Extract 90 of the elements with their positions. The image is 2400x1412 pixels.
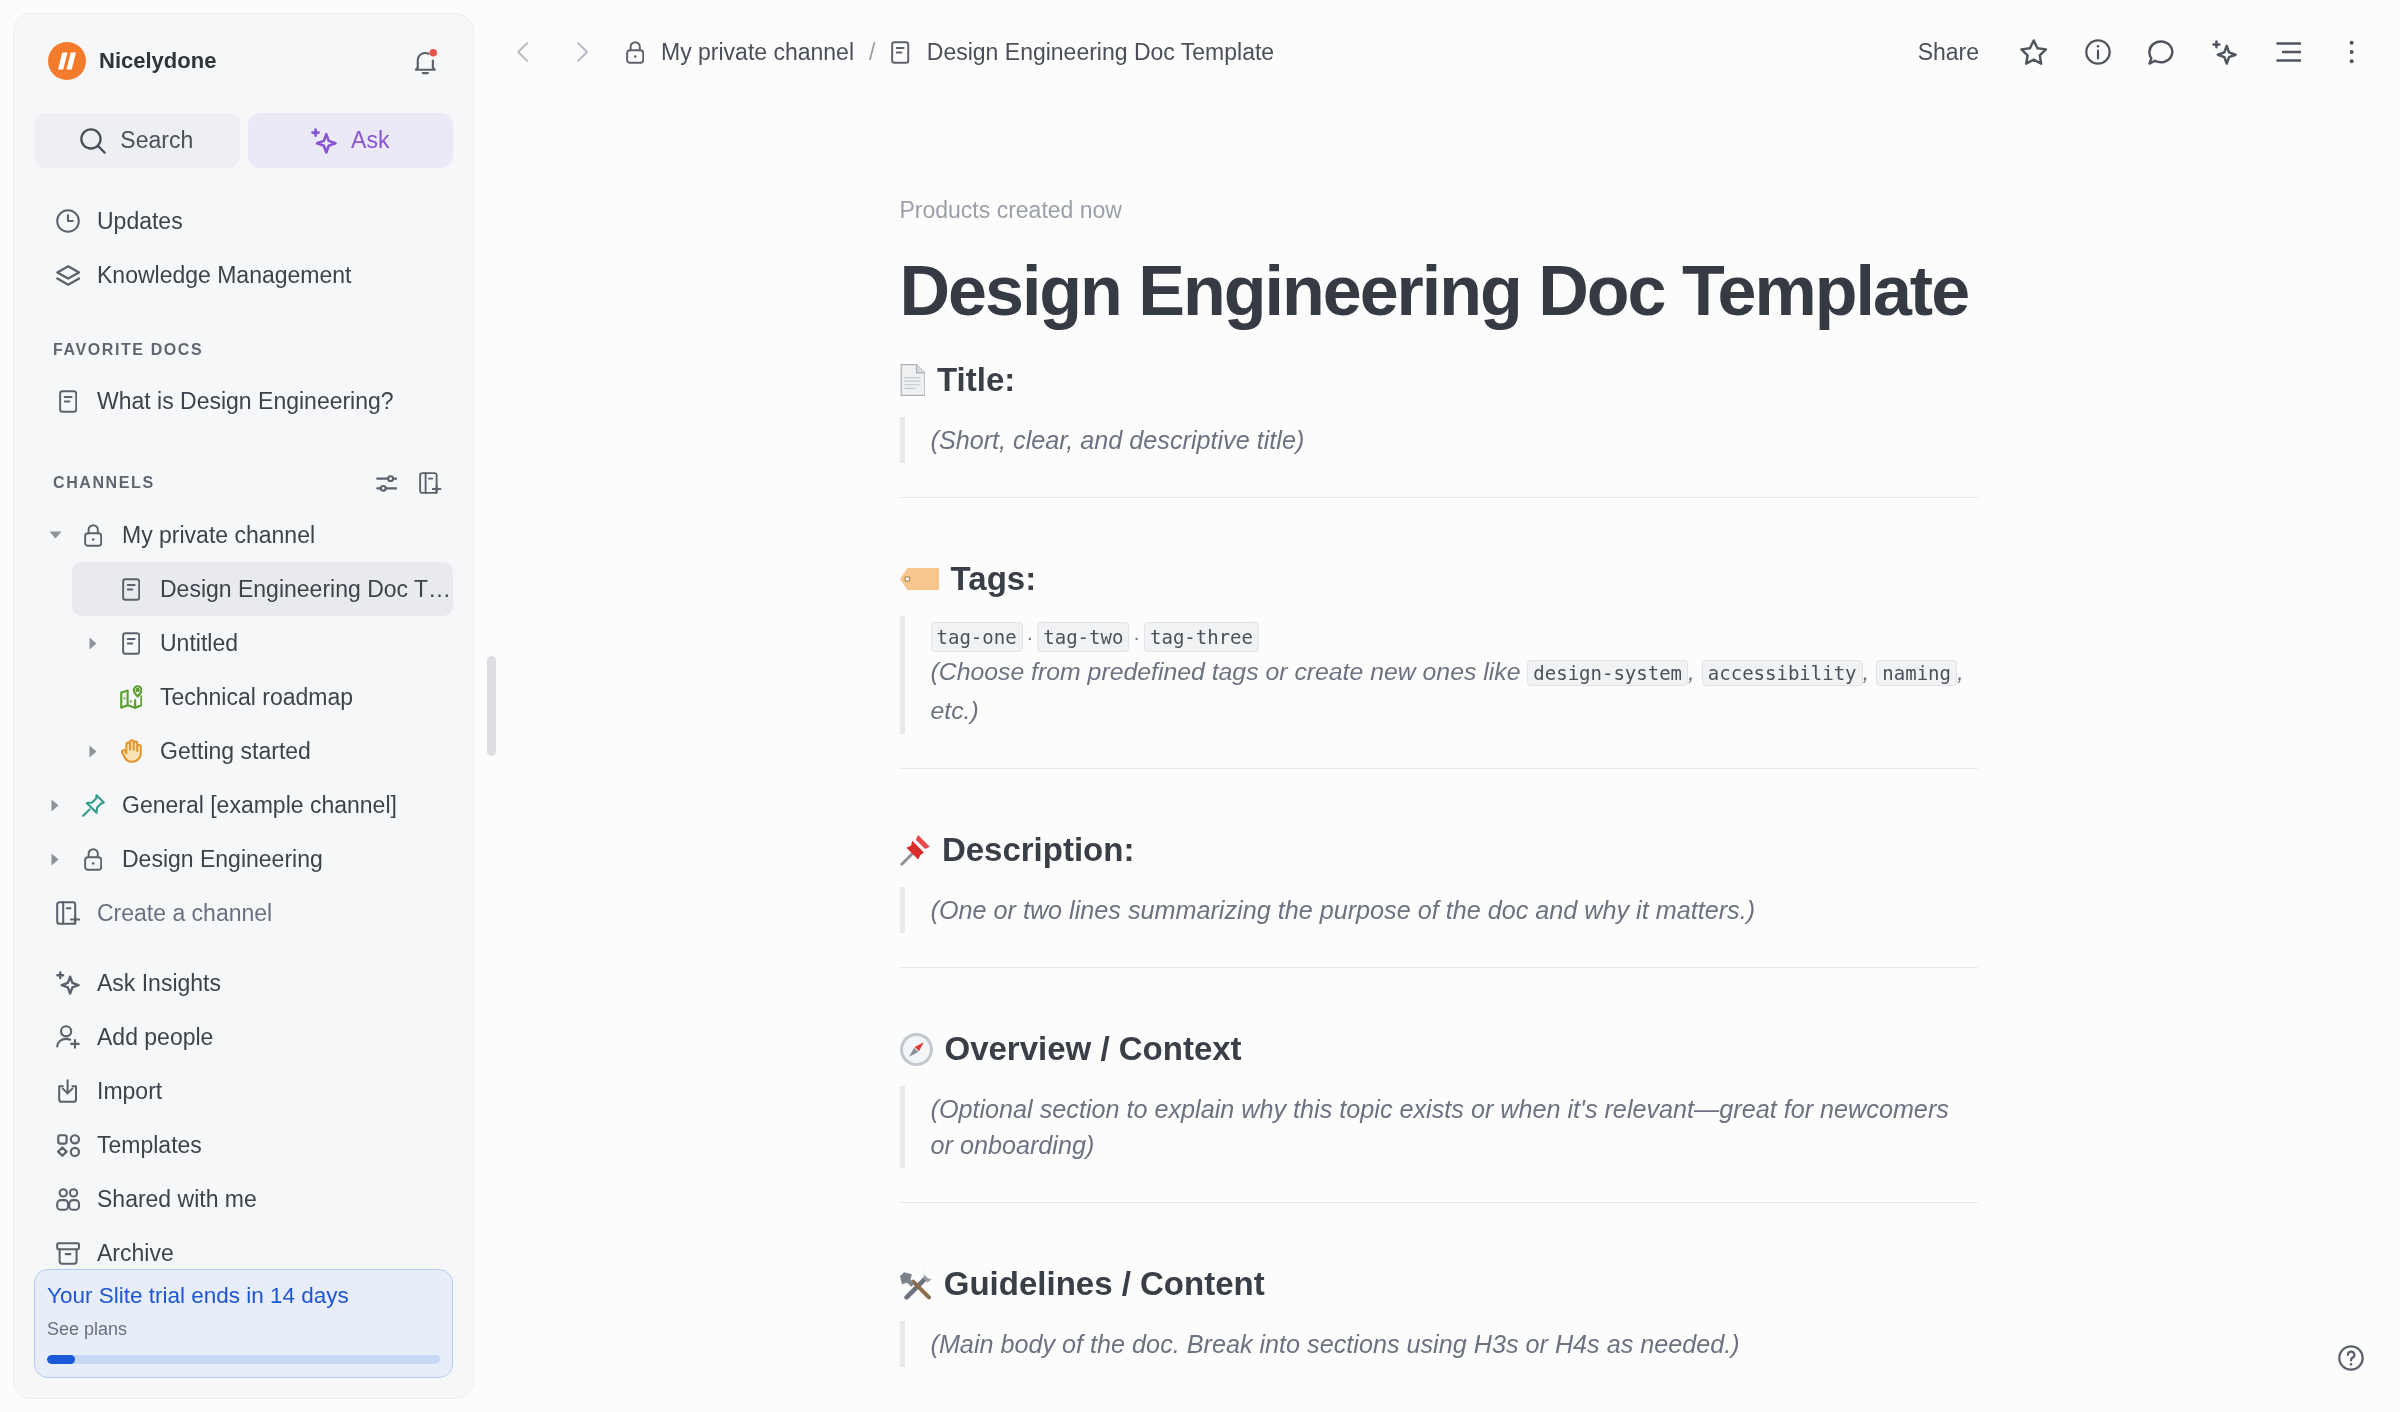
breadcrumb-link[interactable]: Design Engineering Doc Template — [891, 38, 1275, 66]
lock-icon — [83, 847, 103, 871]
new-document-icon[interactable] — [419, 472, 442, 494]
inline-code: design-system — [1527, 660, 1689, 686]
archive-icon — [55, 1241, 81, 1265]
search-button[interactable]: Search — [34, 113, 240, 168]
section-heading: Tags: — [950, 560, 1037, 598]
caret-down-icon[interactable] — [48, 531, 62, 539]
section-label: FAVORITE DOCS — [53, 341, 204, 359]
sidebar-item[interactable]: What is Design Engineering? — [34, 374, 453, 428]
caret-right-icon[interactable] — [51, 798, 59, 812]
add-person-icon — [56, 1025, 80, 1049]
breadcrumb-link[interactable]: My private channel — [625, 38, 855, 66]
document-icon — [121, 577, 141, 601]
logo-icon[interactable] — [48, 42, 86, 80]
hint-text: (Choose from predefined tags or create new ones like design-system , accessibility , naming , etc.) — [930, 657, 1965, 726]
hint-text: (Main body of the doc. Break into sections using H3s or H4s as needed.) — [930, 1329, 1741, 1360]
info-icon[interactable] — [2084, 39, 2111, 65]
layers-icon — [55, 264, 81, 286]
page-icon — [899, 364, 925, 396]
search-icon — [80, 127, 107, 154]
add-channel-icon — [55, 901, 81, 925]
people-icon — [55, 1187, 81, 1211]
document-icon — [891, 40, 910, 64]
tag-separator: · — [1026, 625, 1034, 649]
tree-item[interactable]: General [example channel] — [34, 778, 453, 832]
tag-chip: tag-three — [1144, 622, 1259, 652]
hint-text: (Optional section to explain why this topic exists or when it's relevant—great for newcomers or onboarding) — [930, 1094, 1950, 1161]
list-icon[interactable] — [2275, 42, 2302, 62]
see-plans-link[interactable]: See plans — [47, 1317, 128, 1341]
breadcrumb-separator: / — [869, 38, 876, 66]
sidebar-item[interactable]: Create a channel — [34, 886, 453, 940]
tree-item[interactable]: Untitled — [72, 616, 453, 670]
section-heading: Guidelines / Content — [943, 1265, 1265, 1303]
sidebar-item[interactable]: Updates — [34, 194, 453, 248]
workspace-name[interactable]: Nicelydone — [99, 48, 217, 74]
ask-button[interactable]: Ask — [247, 113, 453, 168]
sparkle-icon — [56, 971, 80, 995]
resize-handle[interactable] — [487, 656, 496, 756]
sparkle-icon — [311, 127, 338, 154]
section-heading: Description: — [941, 831, 1135, 869]
help-icon[interactable] — [2338, 1345, 2364, 1371]
import-icon — [58, 1079, 78, 1103]
tree-item[interactable]: Design Engineering — [34, 832, 453, 886]
inline-code: accessibility — [1701, 660, 1863, 686]
tag-chip: tag-two — [1037, 622, 1130, 652]
sidebar-item[interactable]: Add people — [34, 1010, 453, 1064]
tree-item[interactable]: Getting started — [72, 724, 453, 778]
templates-icon — [56, 1133, 80, 1157]
map-pin-icon — [119, 685, 143, 709]
document-icon — [58, 389, 78, 413]
bell-icon[interactable] — [414, 47, 438, 75]
tree-item[interactable]: Technical roadmap — [72, 670, 453, 724]
tag-icon — [899, 568, 939, 590]
trial-message: Your Slite trial ends in 14 days — [47, 1283, 350, 1309]
section-label: CHANNELS — [53, 474, 155, 492]
share-button[interactable]: Share — [1917, 38, 1980, 66]
document-icon — [121, 631, 141, 655]
hint-text: (One or two lines summarizing the purpose of the doc and why it matters.) — [930, 895, 1757, 926]
pushpin-icon — [899, 834, 930, 866]
sidebar-item[interactable]: Knowledge Management — [34, 248, 453, 302]
tree-item[interactable]: Design Engineering Doc T… — [72, 562, 453, 616]
hand-icon — [120, 739, 142, 763]
sliders-icon[interactable] — [375, 474, 398, 492]
comment-icon[interactable] — [2148, 39, 2175, 65]
caret-right-icon[interactable] — [89, 636, 97, 650]
pushpin-icon — [81, 793, 105, 817]
tag-chip: tag-one — [930, 622, 1023, 652]
section-heading: Title: — [937, 361, 1016, 399]
sidebar-item[interactable]: Shared with me — [34, 1172, 453, 1226]
tag-separator: · — [1133, 625, 1140, 649]
section-heading: Overview / Context — [944, 1030, 1242, 1068]
doc-meta-text: Products created now — [899, 196, 1123, 225]
hint-text: (Short, clear, and descriptive title) — [930, 425, 1306, 456]
sparkle-icon[interactable] — [2212, 39, 2238, 65]
lock-icon — [83, 523, 103, 547]
clock-icon — [56, 209, 80, 233]
caret-right-icon[interactable] — [51, 852, 59, 866]
doc-title: Design Engineering Doc Template — [899, 253, 1970, 330]
compass-icon — [899, 1032, 933, 1066]
more-icon[interactable] — [2349, 40, 2355, 64]
lock-icon — [625, 40, 644, 64]
sidebar-item[interactable]: Ask Insights — [34, 956, 453, 1010]
caret-right-icon[interactable] — [89, 744, 97, 758]
star-icon[interactable] — [2020, 39, 2048, 65]
sidebar-item[interactable]: Templates — [34, 1118, 453, 1172]
sidebar-item[interactable]: Import — [34, 1064, 453, 1118]
inline-code: naming — [1876, 660, 1957, 686]
sidebar-item[interactable]: Archive — [34, 1226, 453, 1269]
tree-item[interactable]: My private channel — [34, 508, 453, 562]
